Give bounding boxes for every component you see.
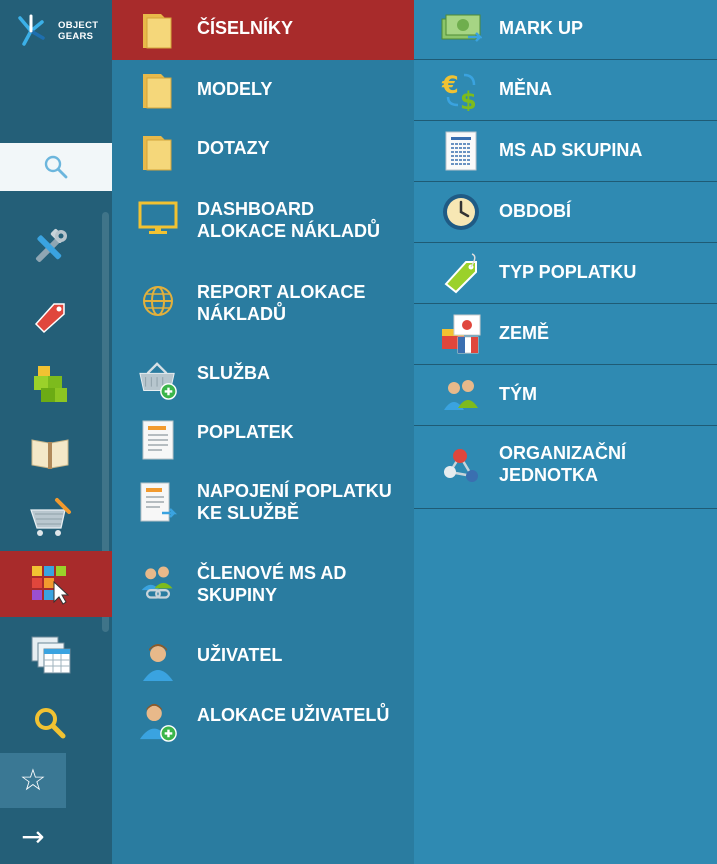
org-unit-icon xyxy=(440,446,482,488)
star-icon: ☆ xyxy=(19,762,47,798)
menu-item-modely[interactable]: MODELY xyxy=(112,60,414,120)
list-document-icon xyxy=(440,130,482,172)
submenu-item-label: MARK UP xyxy=(499,18,583,38)
menu-item-label: NAPOJENÍ POPLATKU KE SLUŽBĚ xyxy=(197,481,392,523)
menu-item-clenove-ms-ad[interactable]: ČLENOVÉ MS AD SKUPINY xyxy=(112,550,414,630)
submenu-item-label: MĚNA xyxy=(499,79,552,99)
menu-item-label: ČLENOVÉ MS AD SKUPINY xyxy=(197,563,347,605)
user-icon xyxy=(138,642,178,682)
cubes-icon xyxy=(34,366,67,402)
left-rail: OBJECT GEARS ☆ → xyxy=(0,0,112,864)
flags-icon xyxy=(440,313,482,355)
menu-item-label: MODELY xyxy=(197,79,273,99)
users-link-icon xyxy=(138,562,178,602)
rail-item-tables[interactable] xyxy=(0,622,100,688)
money-icon xyxy=(440,8,482,50)
document-link-icon xyxy=(138,482,178,522)
globe-icon xyxy=(138,281,178,321)
rail-item-search[interactable] xyxy=(0,690,100,756)
menu-column-main: ČÍSELNÍKY MODELY DOTAZY DASHBOARD ALOKAC… xyxy=(112,0,414,864)
rail-item-apps[interactable] xyxy=(0,551,112,617)
menu-item-alokace-uzivatelu[interactable]: ALOKACE UŽIVATELŮ xyxy=(112,692,414,752)
menu-item-poplatek[interactable]: POPLATEK xyxy=(112,410,414,470)
rail-search-button[interactable] xyxy=(0,143,112,191)
menu-column-submenu: MARK UP € $ MĚNA MS AD SKUPINA OBDOBÍ TYP… xyxy=(414,0,717,864)
menu-item-ciselniky[interactable]: ČÍSELNÍKY xyxy=(112,0,414,60)
submenu-item-obdobi[interactable]: OBDOBÍ xyxy=(414,182,717,243)
submenu-item-organizacni-jednotka[interactable]: ORGANIZAČNÍ JEDNOTKA xyxy=(414,426,717,509)
menu-item-dotazy[interactable]: DOTAZY xyxy=(112,120,414,180)
menu-item-label: ČÍSELNÍKY xyxy=(197,18,294,38)
expand-button[interactable]: → xyxy=(0,809,66,864)
submenu-item-typ-poplatku[interactable]: TYP POPLATKU xyxy=(414,243,717,304)
tables-icon xyxy=(31,636,71,674)
submenu-item-mark-up[interactable]: MARK UP xyxy=(414,0,717,60)
logo[interactable]: OBJECT GEARS xyxy=(0,0,112,62)
logo-line2: GEARS xyxy=(58,31,94,42)
price-tag-icon xyxy=(440,252,482,294)
search-icon xyxy=(44,155,68,179)
menu-item-report-alokace[interactable]: REPORT ALOKACE NÁKLADŮ xyxy=(112,268,414,348)
folder-icon xyxy=(138,70,178,110)
magnifier-icon xyxy=(35,708,66,739)
logo-text: OBJECT GEARS xyxy=(58,20,98,42)
menu-item-napojeni-poplatku[interactable]: NAPOJENÍ POPLATKU KE SLUŽBĚ xyxy=(112,470,414,550)
menu-item-label: REPORT ALOKACE NÁKLADŮ xyxy=(197,282,366,324)
rail-item-book[interactable] xyxy=(0,419,100,485)
logo-icon xyxy=(18,14,45,46)
submenu-item-mena[interactable]: € $ MĚNA xyxy=(414,60,717,121)
menu-item-label: UŽIVATEL xyxy=(197,645,283,665)
rail-item-tools[interactable] xyxy=(0,215,100,281)
rail-item-cart[interactable] xyxy=(0,485,100,551)
favorites-button[interactable]: ☆ xyxy=(0,753,66,808)
submenu-item-zeme[interactable]: ZEMĚ xyxy=(414,304,717,365)
svg-text:$: $ xyxy=(460,87,477,111)
basket-add-icon xyxy=(138,360,178,400)
submenu-item-label: ZEMĚ xyxy=(499,323,550,343)
tools-icon xyxy=(35,229,67,263)
arrow-right-icon: → xyxy=(21,819,45,853)
tag-icon xyxy=(34,303,65,334)
clock-icon xyxy=(440,191,482,233)
submenu-item-label: TÝM xyxy=(499,384,537,404)
submenu-item-ms-ad-skupina[interactable]: MS AD SKUPINA xyxy=(414,121,717,182)
submenu-item-tym[interactable]: TÝM xyxy=(414,365,717,426)
user-add-icon xyxy=(138,702,178,742)
cart-icon xyxy=(30,498,71,536)
rail-item-tag[interactable] xyxy=(0,283,100,349)
menu-item-sluzba[interactable]: SLUŽBA xyxy=(112,350,414,410)
menu-item-uzivatel[interactable]: UŽIVATEL xyxy=(112,632,414,692)
submenu-item-label: MS AD SKUPINA xyxy=(499,140,643,160)
monitor-icon xyxy=(138,199,178,239)
book-icon xyxy=(31,439,69,469)
submenu-item-label: OBDOBÍ xyxy=(499,201,571,221)
logo-line1: OBJECT xyxy=(58,20,99,31)
svg-text:€: € xyxy=(441,71,459,99)
menu-item-label: SLUŽBA xyxy=(197,363,270,383)
menu-item-label: ALOKACE UŽIVATELŮ xyxy=(197,705,390,725)
submenu-item-label: TYP POPLATKU xyxy=(499,262,637,282)
menu-item-dashboard-alokace[interactable]: DASHBOARD ALOKACE NÁKLADŮ xyxy=(112,185,414,265)
folder-icon xyxy=(138,132,178,172)
document-icon xyxy=(138,420,178,460)
currency-exchange-icon: € $ xyxy=(440,69,482,111)
rail-item-cubes[interactable] xyxy=(0,351,100,417)
menu-item-label: DOTAZY xyxy=(197,138,270,158)
team-icon xyxy=(440,374,482,416)
menu-item-label: POPLATEK xyxy=(197,422,294,442)
menu-item-label: DASHBOARD ALOKACE NÁKLADŮ xyxy=(197,199,380,241)
submenu-item-label: ORGANIZAČNÍ JEDNOTKA xyxy=(499,443,626,485)
folder-icon xyxy=(138,10,178,50)
apps-grid-icon xyxy=(32,566,70,605)
